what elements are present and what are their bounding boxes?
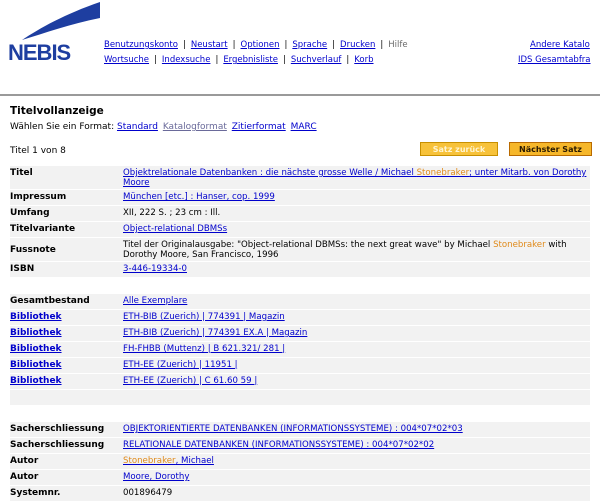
row-autor-2: Autor Moore, Dorothy [10, 470, 590, 486]
row-bibliothek-4: Bibliothek ETH-EE (Zuerich) | 11951 | [10, 358, 590, 374]
previous-record-button[interactable]: Satz zurück [420, 142, 498, 156]
row-sacherschliessung-1: Sacherschliessung OBJEKTORIENTIERTE DATE… [10, 422, 590, 438]
label-systemnr: Systemnr. [10, 488, 61, 498]
record-table: Titel Objektrelationale Datenbanken : di… [10, 166, 590, 502]
label-autor-1: Autor [10, 456, 39, 466]
row-titelvariante: Titelvariante Object-relational DBMSs [10, 222, 590, 238]
format-marc[interactable]: MARC [291, 122, 317, 132]
row-systemnr: Systemnr. 001896479 [10, 486, 590, 502]
row-sacherschliessung-2: Sacherschliessung RELATIONALE DATENBANKE… [10, 438, 590, 454]
format-prefix: Wählen Sie ein Format: [10, 122, 115, 132]
fussnote-text-a: Titel der Originalausgabe: "Object-relat… [123, 240, 494, 250]
label-umfang: Umfang [10, 208, 50, 218]
nav-korb[interactable]: Korb [354, 55, 373, 65]
row-gesamtbestand: Gesamtbestand Alle Exemplare [10, 294, 590, 310]
subject-link-2[interactable]: RELATIONALE DATENBANKEN (INFORMATIONSSYS… [123, 440, 434, 450]
spacer [10, 278, 590, 294]
format-standard[interactable]: Standard [117, 122, 158, 132]
titel-highlight: Stonebraker [416, 168, 470, 178]
author-highlight: Stonebraker [123, 456, 176, 466]
row-titel: Titel Objektrelationale Datenbanken : di… [10, 166, 590, 190]
nav-benutzungskonto[interactable]: Benutzungskonto [104, 40, 178, 50]
nav-optionen[interactable]: Optionen [241, 40, 280, 50]
nav-sprache[interactable]: Sprache [292, 40, 327, 50]
row-bibliothek-1: Bibliothek ETH-BIB (Zuerich) | 774391 | … [10, 310, 590, 326]
row-bibliothek-5: Bibliothek ETH-EE (Zuerich) | C 61.60 59… [10, 374, 590, 390]
header-divider [0, 94, 600, 96]
fussnote-value: Titel der Originalausgabe: "Object-relat… [123, 238, 590, 261]
nav-hilfe[interactable]: Hilfe [388, 40, 407, 50]
nav-andere-kataloge[interactable]: Andere Katalo [530, 40, 590, 50]
holding-link-3[interactable]: FH-FHBB (Muttenz) | B 621.321/ 281 | [123, 344, 285, 354]
author-link-2[interactable]: Moore, Dorothy [123, 472, 189, 482]
row-bibliothek-2: Bibliothek ETH-BIB (Zuerich) | 774391 EX… [10, 326, 590, 342]
label-sacherschliessung-2: Sacherschliessung [10, 440, 105, 450]
format-katalogformat[interactable]: Katalogformat [163, 122, 227, 132]
label-sacherschliessung-1: Sacherschliessung [10, 424, 105, 434]
row-autor-1: Autor Stonebraker, Michael [10, 454, 590, 470]
titelvariante-link[interactable]: Object-relational DBMSs [123, 224, 227, 234]
titel-link[interactable]: Objektrelationale Datenbanken : die näch… [123, 168, 586, 188]
row-umfang: Umfang XII, 222 S. ; 23 cm : Ill. [10, 206, 590, 222]
nebis-logo-swoosh-icon [22, 2, 100, 40]
impressum-link[interactable]: München [etc.] : Hanser, cop. 1999 [123, 192, 275, 202]
nav-drucken[interactable]: Drucken [340, 40, 375, 50]
label-autor-2: Autor [10, 472, 39, 482]
label-gesamtbestand: Gesamtbestand [10, 296, 90, 306]
nav-row-1: Benutzungskonto | Neustart | Optionen | Sprach… [104, 40, 408, 50]
nav-indexsuche[interactable]: Indexsuche [162, 55, 211, 65]
systemnr-value: 001896479 [123, 488, 173, 498]
format-zitierformat[interactable]: Zitierformat [232, 122, 286, 132]
label-bibliothek-2[interactable]: Bibliothek [10, 326, 123, 339]
label-bibliothek-3[interactable]: Bibliothek [10, 342, 123, 355]
record-count: Titel 1 von 8 [10, 146, 66, 156]
nav-ids-gesamtabfrage[interactable]: IDS Gesamtabfra [518, 55, 591, 65]
author-text-b: , Michael [175, 456, 214, 466]
subject-link-1[interactable]: OBJEKTORIENTIERTE DATENBANKEN (INFORMATI… [123, 424, 463, 434]
holding-link-4[interactable]: ETH-EE (Zuerich) | 11951 | [123, 360, 238, 370]
row-bibliothek-3: Bibliothek FH-FHBB (Muttenz) | B 621.321… [10, 342, 590, 358]
label-fussnote: Fussnote [10, 245, 56, 255]
nav-suchverlauf[interactable]: Suchverlauf [291, 55, 342, 65]
titel-text-a: Objektrelationale Datenbanken : die näch… [123, 168, 417, 178]
next-record-button[interactable]: Nächster Satz [509, 142, 592, 156]
nav-row-2: Wortsuche | Indexsuche | Ergebnisliste | Suchv… [104, 55, 374, 65]
format-selector: Wählen Sie ein Format: Standard Katalogf… [10, 122, 319, 132]
nav-ergebnisliste[interactable]: Ergebnisliste [223, 55, 278, 65]
isbn-link[interactable]: 3-446-19334-0 [123, 264, 187, 274]
label-titel: Titel [10, 168, 33, 178]
alle-exemplare-link[interactable]: Alle Exemplare [123, 296, 187, 306]
author-link-1[interactable]: Stonebraker, Michael [123, 456, 214, 466]
row-impressum: Impressum München [etc.] : Hanser, cop. … [10, 190, 590, 206]
label-bibliothek-1[interactable]: Bibliothek [10, 310, 123, 323]
spacer [10, 406, 590, 422]
holding-link-2[interactable]: ETH-BIB (Zuerich) | 774391 EX.A | Magazi… [123, 328, 307, 338]
nav-wortsuche[interactable]: Wortsuche [104, 55, 149, 65]
holding-link-1[interactable]: ETH-BIB (Zuerich) | 774391 | Magazin [123, 312, 285, 322]
label-isbn: ISBN [10, 264, 35, 274]
nebis-logo[interactable]: NEBIS [8, 40, 71, 66]
holding-link-5[interactable]: ETH-EE (Zuerich) | C 61.60 59 | [123, 376, 257, 386]
header: NEBIS Benutzungskonto | Neustart | Optionen |… [0, 0, 600, 95]
fussnote-highlight: Stonebraker [493, 240, 546, 250]
row-empty [10, 390, 590, 406]
label-titelvariante: Titelvariante [10, 224, 76, 234]
row-isbn: ISBN 3-446-19334-0 [10, 262, 590, 278]
label-bibliothek-5[interactable]: Bibliothek [10, 374, 123, 387]
label-impressum: Impressum [10, 192, 67, 202]
row-fussnote: Fussnote Titel der Originalausgabe: "Obj… [10, 238, 590, 262]
nav-neustart[interactable]: Neustart [191, 40, 228, 50]
label-bibliothek-4[interactable]: Bibliothek [10, 358, 123, 371]
umfang-value: XII, 222 S. ; 23 cm : Ill. [123, 208, 221, 218]
page-title: Titelvollanzeige [10, 105, 104, 117]
